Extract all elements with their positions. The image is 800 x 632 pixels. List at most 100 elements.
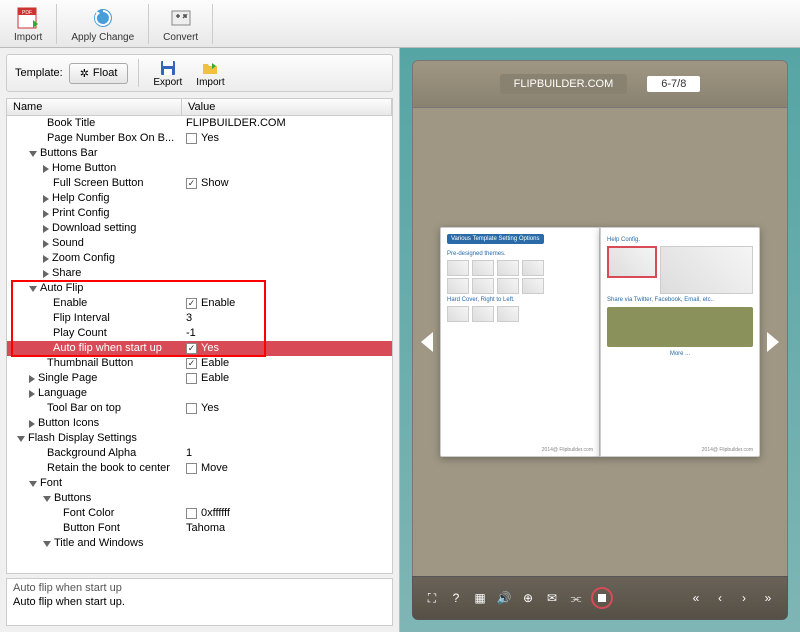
row-button-icons[interactable]: Button Icons [7, 416, 392, 431]
detail-panel: Auto flip when start up Auto flip when s… [6, 578, 393, 626]
expand-icon[interactable] [43, 225, 49, 233]
email-icon[interactable]: ✉ [543, 589, 561, 607]
export-label: Export [153, 77, 182, 88]
row-thumbnail-button[interactable]: Thumbnail ButtonEable [7, 356, 392, 371]
row-language[interactable]: Language [7, 386, 392, 401]
flipbook[interactable]: Various Template Setting Options Pre-des… [440, 227, 760, 457]
settings-tree[interactable]: Book TitleFLIPBUILDER.COM Page Number Bo… [6, 116, 393, 574]
row-buttons[interactable]: Buttons [7, 491, 392, 506]
row-auto-flip[interactable]: Auto Flip [7, 281, 392, 296]
row-share[interactable]: Share [7, 266, 392, 281]
row-flip-interval[interactable]: Flip Interval3 [7, 311, 392, 326]
convert-label: Convert [163, 32, 198, 43]
convert-button[interactable]: Convert [155, 3, 206, 45]
row-buttons-bar[interactable]: Buttons Bar [7, 146, 392, 161]
stop-autoflip-icon[interactable] [591, 587, 613, 609]
checkbox[interactable] [186, 343, 197, 354]
row-help-config[interactable]: Help Config [7, 191, 392, 206]
col-value: Value [182, 99, 392, 115]
expand-icon[interactable] [29, 375, 35, 383]
apply-icon [90, 5, 116, 31]
expand-icon[interactable] [29, 390, 35, 398]
apply-change-button[interactable]: Apply Change [63, 3, 142, 45]
expand-icon[interactable] [43, 255, 49, 263]
row-page-number-box[interactable]: Page Number Box On B...Yes [7, 131, 392, 146]
import-label: Import [14, 32, 42, 43]
checkbox[interactable] [186, 463, 197, 474]
prev-page-icon[interactable]: ‹ [711, 589, 729, 607]
import-button[interactable]: PDF Import [6, 3, 50, 45]
page-sub: Share via Twitter, Facebook, Email, etc.… [607, 297, 753, 303]
expand-icon[interactable] [29, 420, 35, 428]
expand-icon[interactable] [29, 151, 37, 157]
export-button[interactable]: Export [149, 59, 186, 88]
thumbnails-icon[interactable]: ▦ [471, 589, 489, 607]
fullscreen-icon[interactable]: ⛶ [423, 589, 441, 607]
checkbox[interactable] [186, 133, 197, 144]
thumb-row [607, 246, 753, 294]
preview-title: FLIPBUILDER.COM [500, 74, 628, 94]
row-button-font[interactable]: Button FontTahoma [7, 521, 392, 536]
page-footer: 2014@ Flipbuilder.com [542, 447, 593, 453]
row-font[interactable]: Font [7, 476, 392, 491]
expand-icon[interactable] [43, 210, 49, 218]
row-full-screen[interactable]: Full Screen ButtonShow [7, 176, 392, 191]
thumb-row [447, 278, 593, 294]
expand-icon[interactable] [17, 436, 25, 442]
row-auto-flip-start[interactable]: Auto flip when start upYes [7, 341, 392, 356]
page-left: Various Template Setting Options Pre-des… [440, 227, 600, 457]
next-arrow-icon[interactable] [767, 332, 779, 352]
separator [212, 4, 213, 44]
next-page-icon[interactable]: › [735, 589, 753, 607]
row-play-count[interactable]: Play Count-1 [7, 326, 392, 341]
template-bar: Template: ✲ Float Export Import [6, 54, 393, 92]
checkbox[interactable] [186, 403, 197, 414]
detail-body: Auto flip when start up. [13, 596, 386, 608]
expand-icon[interactable] [29, 481, 37, 487]
apply-change-label: Apply Change [71, 32, 134, 43]
share-icon[interactable]: ⫘ [567, 589, 585, 607]
row-font-color[interactable]: Font Color0xffffff [7, 506, 392, 521]
preview-panel: FLIPBUILDER.COM 6-7/8 Various Template S… [400, 48, 800, 632]
last-page-icon[interactable]: » [759, 589, 777, 607]
color-swatch[interactable] [186, 508, 197, 519]
expand-icon[interactable] [43, 165, 49, 173]
page-indicator[interactable]: 6-7/8 [647, 76, 700, 92]
row-download[interactable]: Download setting [7, 221, 392, 236]
template-select[interactable]: ✲ Float [69, 63, 129, 84]
row-book-title[interactable]: Book TitleFLIPBUILDER.COM [7, 116, 392, 131]
row-bg-alpha[interactable]: Background Alpha1 [7, 446, 392, 461]
row-zoom-config[interactable]: Zoom Config [7, 251, 392, 266]
expand-icon[interactable] [43, 240, 49, 248]
row-toolbar-top[interactable]: Tool Bar on topYes [7, 401, 392, 416]
row-sound[interactable]: Sound [7, 236, 392, 251]
checkbox[interactable] [186, 298, 197, 309]
page-right: Help Config. Share via Twitter, Facebook… [600, 227, 760, 457]
row-title-windows[interactable]: Title and Windows [7, 536, 392, 551]
page-sub: Hard Cover, Right to Left. [447, 297, 593, 303]
row-flash-display[interactable]: Flash Display Settings [7, 431, 392, 446]
prev-arrow-icon[interactable] [421, 332, 433, 352]
sound-icon[interactable]: 🔊 [495, 589, 513, 607]
checkbox[interactable] [186, 178, 197, 189]
row-print-config[interactable]: Print Config [7, 206, 392, 221]
expand-icon[interactable] [43, 195, 49, 203]
help-icon[interactable]: ? [447, 589, 465, 607]
more-link[interactable]: More ... [607, 351, 753, 357]
row-enable[interactable]: EnableEnable [7, 296, 392, 311]
expand-icon[interactable] [29, 286, 37, 292]
import-template-button[interactable]: Import [192, 59, 228, 88]
expand-icon[interactable] [43, 541, 51, 547]
row-home-button[interactable]: Home Button [7, 161, 392, 176]
row-single-page[interactable]: Single PageEable [7, 371, 392, 386]
first-page-icon[interactable]: « [687, 589, 705, 607]
expand-icon[interactable] [43, 270, 49, 278]
checkbox[interactable] [186, 373, 197, 384]
checkbox[interactable] [186, 358, 197, 369]
convert-icon [168, 5, 194, 31]
zoom-icon[interactable]: ⊕ [519, 589, 537, 607]
save-icon [159, 59, 177, 77]
expand-icon[interactable] [43, 496, 51, 502]
separator [56, 4, 57, 44]
row-retain-center[interactable]: Retain the book to centerMove [7, 461, 392, 476]
